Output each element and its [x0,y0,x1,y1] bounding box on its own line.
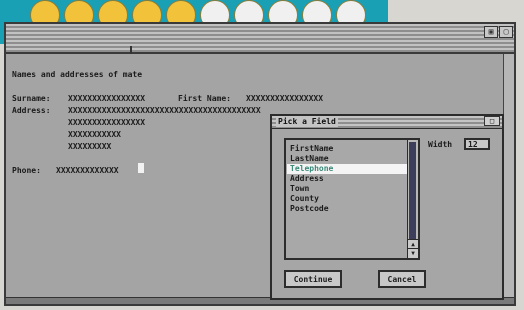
list-item[interactable]: Postcode [290,204,329,214]
address-field-line4[interactable]: XXXXXXXXX [68,142,111,151]
width-input[interactable]: 12 [464,138,490,150]
list-item[interactable]: FirstName [290,144,333,154]
surname-label: Surname: [12,94,51,103]
list-item[interactable]: Town [290,184,309,194]
phone-field[interactable]: XXXXXXXXXXXXX [56,166,119,175]
window-titlebar[interactable]: ▣ ▢ [6,24,514,54]
address-field-line3[interactable]: XXXXXXXXXXX [68,130,121,139]
address-label: Address: [12,106,51,115]
firstname-field[interactable]: XXXXXXXXXXXXXXXX [246,94,323,103]
list-item[interactable]: LastName [290,154,329,164]
width-label: Width [428,140,453,149]
surname-field[interactable]: XXXXXXXXXXXXXXXX [68,94,145,103]
field-list[interactable]: FirstName LastName Telephone Address Tow… [284,138,420,260]
dialog-title: Pick a Field [276,117,338,127]
continue-button[interactable]: Continue [284,270,342,288]
depth-gadget-icon[interactable]: ▣ [484,26,498,38]
window-scrollbar[interactable] [503,54,514,304]
list-item-selected[interactable]: Telephone [287,164,408,174]
cancel-button[interactable]: Cancel [378,270,426,288]
title-divider [130,46,132,54]
address-field-line1[interactable]: XXXXXXXXXXXXXXXXXXXXXXXXXXXXXXXXXXXXXXXX [68,106,261,115]
list-item[interactable]: Address [290,174,324,184]
phone-label: Phone: [12,166,41,175]
close-icon[interactable]: □ [484,116,500,126]
list-item[interactable]: County [290,194,319,204]
scroll-down-icon[interactable]: ▼ [408,248,418,258]
pick-field-dialog: Pick a Field □ FirstName LastName Teleph… [270,114,504,300]
firstname-label: First Name: [178,94,231,103]
form-heading: Names and addresses of mate [12,70,143,79]
dialog-titlebar[interactable]: Pick a Field □ [272,116,502,129]
list-scrollbar[interactable]: ▲ ▼ [407,140,418,258]
address-field-line2[interactable]: XXXXXXXXXXXXXXXX [68,118,145,127]
text-cursor [138,163,144,173]
back-gadget-icon[interactable]: ▢ [499,26,513,38]
scroll-thumb[interactable] [409,142,416,242]
